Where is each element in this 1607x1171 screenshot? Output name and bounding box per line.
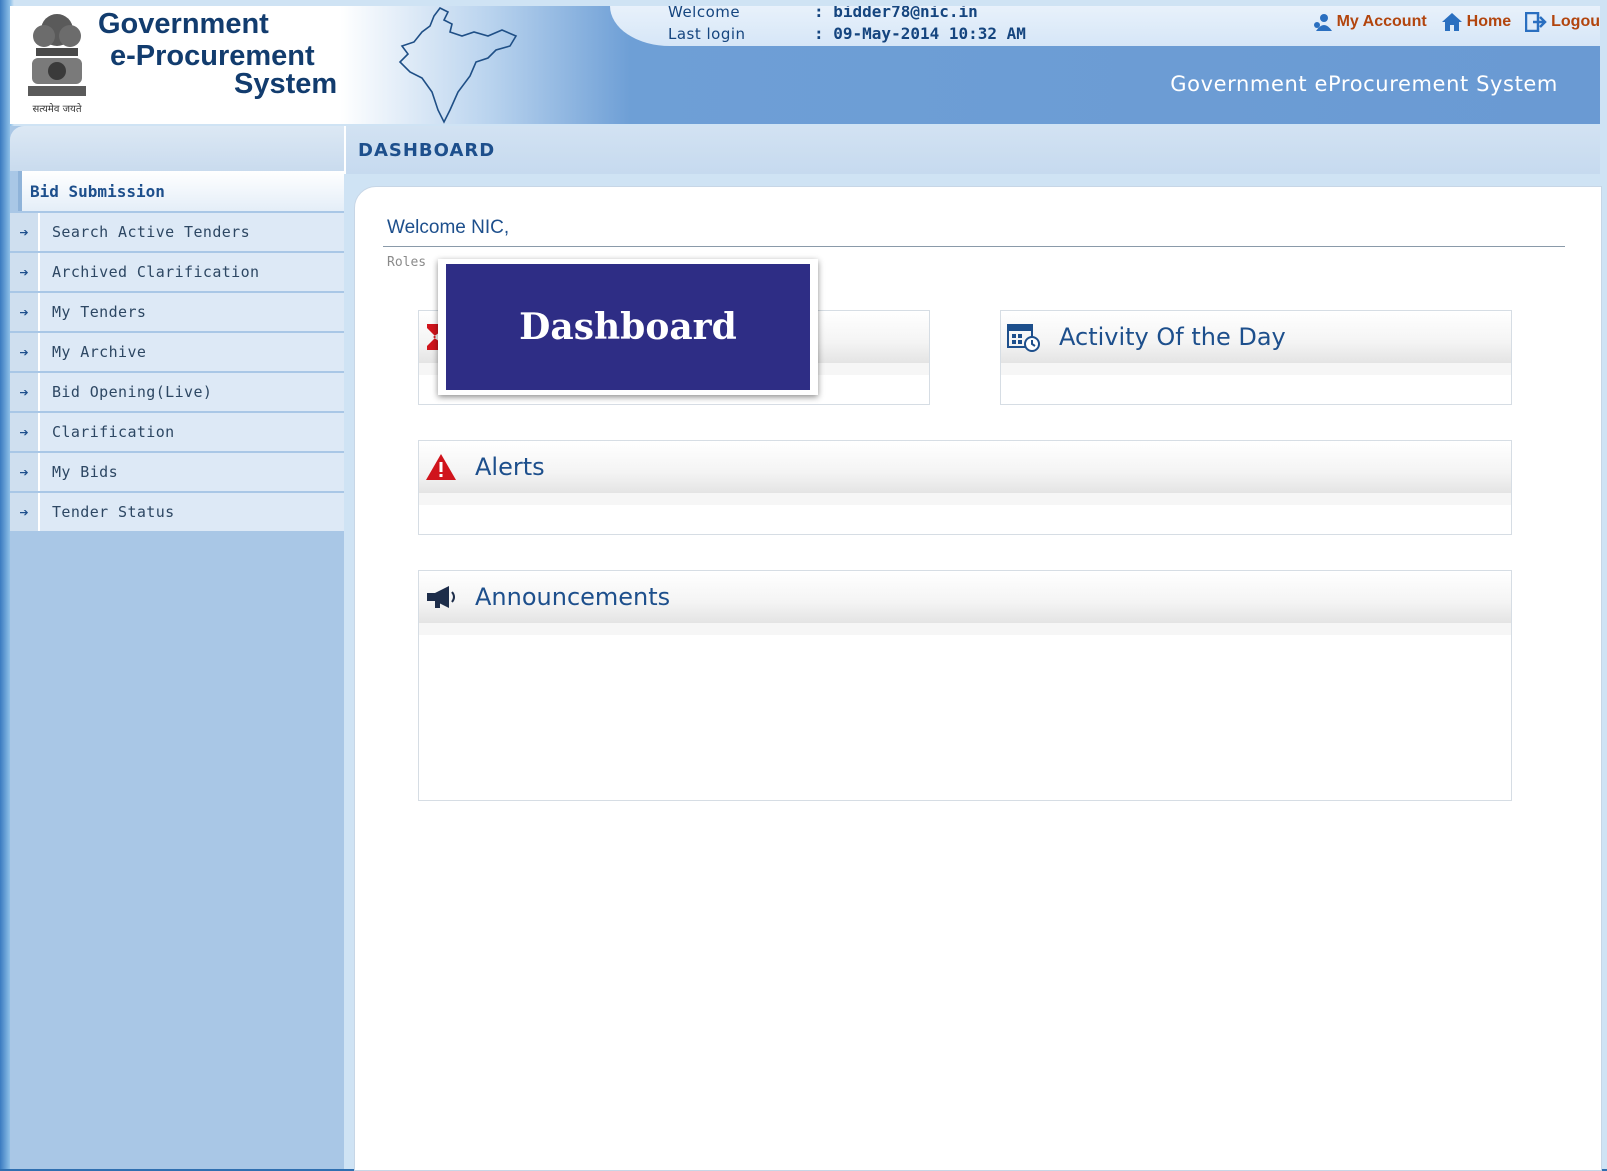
lastlogin-label: Last login (668, 25, 746, 43)
system-name: Government eProcurement System (1170, 72, 1558, 96)
arrow-right-icon: ➔ (10, 373, 40, 411)
arrow-right-icon: ➔ (10, 413, 40, 451)
warning-icon (426, 454, 456, 480)
sidebar-item-label: Bid Opening(Live) (40, 373, 344, 411)
welcome-message: Welcome NIC, (387, 217, 510, 238)
logout-link[interactable]: Logou (1525, 12, 1600, 32)
arrow-right-icon: ➔ (10, 493, 40, 531)
logout-icon (1525, 12, 1547, 32)
sidebar-item-search-active-tenders[interactable]: ➔ Search Active Tenders (10, 213, 344, 251)
arrow-right-icon: ➔ (10, 333, 40, 371)
sidebar-item-label: Tender Status (40, 493, 344, 531)
emblem-motto: सत्यमेव जयते (32, 103, 81, 115)
activity-panel: Activity Of the Day (1000, 310, 1512, 405)
sidebar-item-label: Search Active Tenders (40, 213, 344, 251)
sidebar-item-label: My Bids (40, 453, 344, 491)
user-icon (1313, 14, 1332, 31)
home-label: Home (1466, 13, 1512, 30)
sidebar-item-label: Clarification (40, 413, 344, 451)
lastlogin-value: : 09-May-2014 10:32 AM (814, 24, 1026, 43)
app-title-line1: Government (98, 8, 269, 40)
header: सत्यमेव जयते Government e-Procurement Sy… (10, 6, 1600, 124)
sidebar-item-label: Archived Clarification (40, 253, 344, 291)
announcements-panel: Announcements (418, 570, 1512, 801)
sidebar-item-bid-opening-live[interactable]: ➔ Bid Opening(Live) (10, 373, 344, 411)
divider (383, 246, 1565, 247)
emblem-icon: सत्यमेव जयते (28, 14, 86, 115)
sidebar-item-my-archive[interactable]: ➔ My Archive (10, 333, 344, 371)
sidebar-item-my-tenders[interactable]: ➔ My Tenders (10, 293, 344, 331)
top-links: My Account Home Logou (1313, 12, 1600, 32)
breadcrumb: DASHBOARD (344, 126, 1600, 174)
home-icon (1441, 13, 1462, 31)
sidebar-heading: Bid Submission (18, 171, 344, 211)
welcome-user: : bidder78@nic.in (814, 6, 978, 21)
alerts-title: Alerts (475, 453, 545, 481)
dashboard-callout-label: Dashboard (446, 264, 810, 390)
alerts-panel: Alerts (418, 440, 1512, 535)
announcements-panel-header: Announcements (419, 571, 1511, 623)
my-account-label: My Account (1336, 13, 1427, 30)
announcements-title: Announcements (475, 583, 671, 611)
india-map-icon (398, 6, 518, 124)
alerts-panel-header: Alerts (419, 441, 1511, 493)
arrow-right-icon: ➔ (10, 293, 40, 331)
my-account-link[interactable]: My Account (1313, 12, 1427, 32)
roles-label: Roles (387, 255, 427, 270)
dashboard-callout: Dashboard (438, 259, 818, 395)
arrow-right-icon: ➔ (10, 253, 40, 291)
calendar-clock-icon (1007, 324, 1040, 352)
arrow-right-icon: ➔ (10, 453, 40, 491)
sidebar-item-clarification[interactable]: ➔ Clarification (10, 413, 344, 451)
app-title-line3: System (234, 68, 338, 100)
logout-label: Logou (1551, 13, 1600, 30)
sidebar-item-archived-clarification[interactable]: ➔ Archived Clarification (10, 253, 344, 291)
activity-panel-header: Activity Of the Day (1001, 311, 1511, 363)
sidebar-item-my-bids[interactable]: ➔ My Bids (10, 453, 344, 491)
welcome-label: Welcome (668, 6, 741, 21)
sidebar-item-label: My Tenders (40, 293, 344, 331)
arrow-right-icon: ➔ (10, 213, 40, 251)
sidebar: Bid Submission ➔ Search Active Tenders ➔… (10, 126, 344, 1169)
home-link[interactable]: Home (1441, 12, 1511, 32)
sidebar-item-tender-status[interactable]: ➔ Tender Status (10, 493, 344, 531)
megaphone-icon (427, 586, 455, 608)
sidebar-item-label: My Archive (40, 333, 344, 371)
activity-title: Activity Of the Day (1059, 323, 1286, 351)
sidebar-cap (10, 126, 344, 171)
